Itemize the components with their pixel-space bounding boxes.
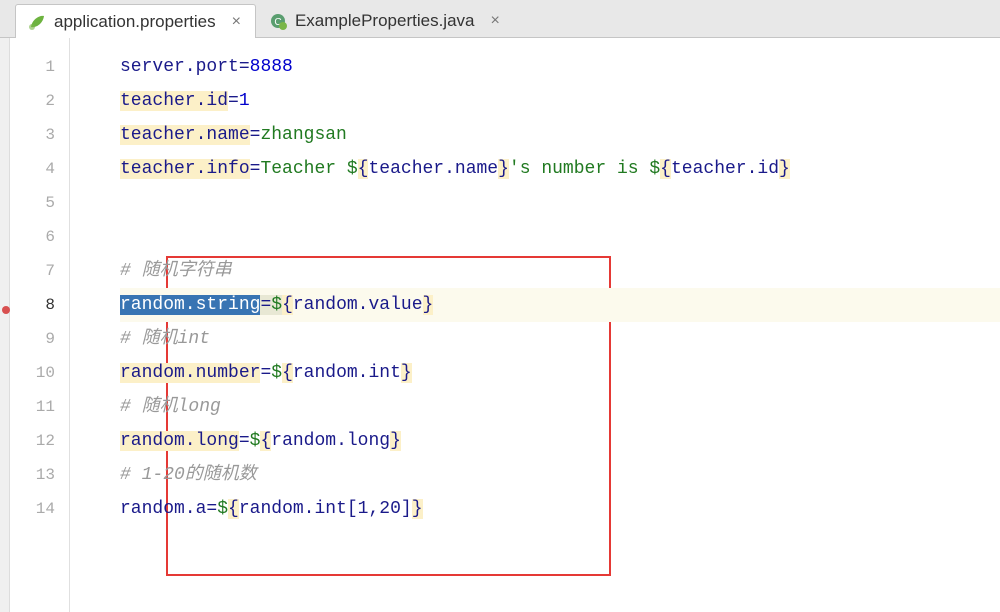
- token: }: [423, 295, 434, 315]
- token: }: [401, 363, 412, 383]
- token: server.port: [120, 57, 239, 77]
- token: # 随机int: [120, 329, 210, 349]
- breakpoint-marker[interactable]: [2, 306, 10, 314]
- token: }: [779, 159, 790, 179]
- token: =: [260, 295, 271, 315]
- token: =: [250, 125, 261, 145]
- token: {: [358, 159, 369, 179]
- code-line[interactable]: random.long=${random.long}: [120, 424, 1000, 458]
- token: $: [271, 295, 282, 315]
- token: random.long: [120, 431, 239, 451]
- code-line[interactable]: teacher.info=Teacher ${teacher.name}'s n…: [120, 152, 1000, 186]
- line-number[interactable]: 6: [10, 220, 69, 254]
- token: random.number: [120, 363, 260, 383]
- line-number[interactable]: 2: [10, 84, 69, 118]
- line-number[interactable]: 5: [10, 186, 69, 220]
- line-number[interactable]: 10: [10, 356, 69, 390]
- token: =: [260, 363, 271, 383]
- token: =: [228, 91, 239, 111]
- code-line[interactable]: # 随机字符串: [120, 254, 1000, 288]
- token: # 随机字符串: [120, 261, 232, 281]
- token: random.int[1,20]: [239, 499, 412, 519]
- line-number[interactable]: 3: [10, 118, 69, 152]
- code-line[interactable]: teacher.id=1: [120, 84, 1000, 118]
- left-margin: [0, 38, 10, 612]
- code-line[interactable]: [120, 186, 1000, 220]
- tab-label: application.properties: [54, 12, 216, 32]
- token: # 1-20的随机数: [120, 465, 257, 485]
- code-line[interactable]: random.number=${random.int}: [120, 356, 1000, 390]
- code-line[interactable]: [120, 220, 1000, 254]
- line-number[interactable]: 1: [10, 50, 69, 84]
- close-icon[interactable]: ×: [488, 12, 501, 30]
- line-number[interactable]: 13: [10, 458, 69, 492]
- code-line[interactable]: # 随机int: [120, 322, 1000, 356]
- line-number[interactable]: 14: [10, 492, 69, 526]
- tab-bar: application.properties × C ExampleProper…: [0, 0, 1000, 38]
- token: {: [660, 159, 671, 179]
- token: {: [228, 499, 239, 519]
- token: 1: [239, 91, 250, 111]
- token: =: [239, 431, 250, 451]
- code-line[interactable]: server.port=8888: [120, 50, 1000, 84]
- gutter[interactable]: 1234567891011121314: [10, 38, 70, 612]
- token: zhangsan: [260, 125, 346, 145]
- token: # 随机long: [120, 397, 221, 417]
- line-number[interactable]: 4: [10, 152, 69, 186]
- code-area[interactable]: server.port=8888teacher.id=1teacher.name…: [70, 38, 1000, 612]
- token: {: [282, 295, 293, 315]
- token: $: [649, 159, 660, 179]
- token: random.value: [293, 295, 423, 315]
- token: {: [260, 431, 271, 451]
- token: Teacher: [260, 159, 346, 179]
- token: $: [271, 363, 282, 383]
- line-number[interactable]: 12: [10, 424, 69, 458]
- spring-leaf-icon: [28, 13, 46, 31]
- token: random.int: [293, 363, 401, 383]
- token: =: [206, 499, 217, 519]
- token: $: [250, 431, 261, 451]
- token: teacher.name: [120, 125, 250, 145]
- tab-application-properties[interactable]: application.properties ×: [15, 4, 256, 38]
- code-line[interactable]: random.string=${random.value}: [120, 288, 1000, 322]
- token: 's number is: [509, 159, 649, 179]
- editor: 1234567891011121314 server.port=8888teac…: [0, 38, 1000, 612]
- token: =: [239, 57, 250, 77]
- line-number[interactable]: 8: [10, 288, 69, 322]
- token: random.a: [120, 499, 206, 519]
- token: random.string: [120, 295, 260, 315]
- token: 8888: [250, 57, 293, 77]
- close-icon[interactable]: ×: [230, 13, 243, 31]
- line-number[interactable]: 9: [10, 322, 69, 356]
- code-line[interactable]: # 随机long: [120, 390, 1000, 424]
- token: {: [282, 363, 293, 383]
- java-class-icon: C: [269, 12, 287, 30]
- token: teacher.name: [368, 159, 498, 179]
- token: $: [347, 159, 358, 179]
- token: $: [217, 499, 228, 519]
- token: =: [250, 159, 261, 179]
- token: teacher.id: [671, 159, 779, 179]
- token: teacher.id: [120, 91, 228, 111]
- code-line[interactable]: teacher.name=zhangsan: [120, 118, 1000, 152]
- tab-example-properties-java[interactable]: C ExampleProperties.java ×: [256, 3, 515, 37]
- code-line[interactable]: random.a=${random.int[1,20]}: [120, 492, 1000, 526]
- token: }: [498, 159, 509, 179]
- code-line[interactable]: # 1-20的随机数: [120, 458, 1000, 492]
- line-number[interactable]: 11: [10, 390, 69, 424]
- token: teacher.info: [120, 159, 250, 179]
- token: random.long: [271, 431, 390, 451]
- tab-label: ExampleProperties.java: [295, 11, 475, 31]
- token: }: [412, 499, 423, 519]
- token: }: [390, 431, 401, 451]
- line-number[interactable]: 7: [10, 254, 69, 288]
